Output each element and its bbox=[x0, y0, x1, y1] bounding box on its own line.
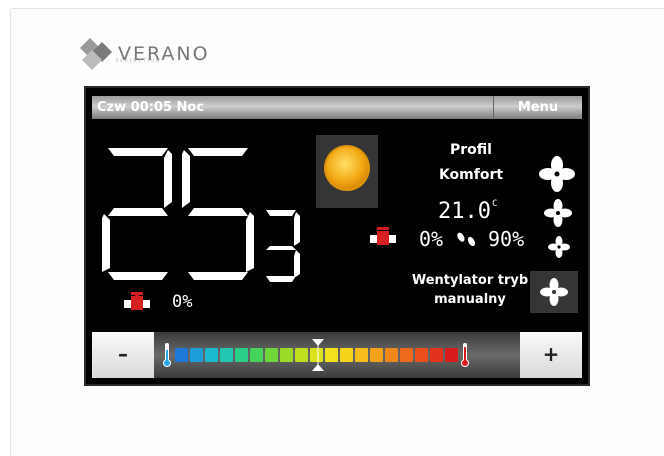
set-temperature: 21.0C bbox=[438, 199, 497, 224]
digit-3-segment-c bbox=[294, 250, 300, 278]
digit-3-segment-a bbox=[266, 210, 296, 216]
temperature-adjust-bar: – + bbox=[92, 332, 582, 378]
hot-thermometer-icon bbox=[461, 343, 469, 367]
fan-speed-medium-icon[interactable] bbox=[543, 198, 573, 228]
profile-name: Komfort bbox=[438, 167, 504, 183]
fan-mode-button[interactable] bbox=[530, 271, 578, 313]
day-time-mode: Czw 00:05 Noc bbox=[97, 100, 205, 115]
scale-segment bbox=[265, 348, 278, 362]
scale-segment bbox=[295, 348, 308, 362]
fan-speed-percent: 90% bbox=[488, 227, 525, 251]
digit-2-segment-f bbox=[182, 150, 190, 208]
thermostat-screen: Czw 00:05 Noc Menu 25 3 bbox=[84, 86, 590, 386]
digit-1-segment-d bbox=[108, 272, 168, 280]
scale-segment bbox=[370, 348, 383, 362]
brand-logo: VERANO bbox=[78, 36, 210, 72]
set-temperature-unit: C bbox=[491, 199, 498, 209]
profile-info: Profil Komfort bbox=[416, 138, 526, 188]
heating-valve-status: 0% bbox=[122, 292, 192, 312]
digit-2-segment-a bbox=[188, 148, 248, 156]
set-temperature-value: 21.0 bbox=[438, 199, 491, 224]
increase-button[interactable]: + bbox=[520, 332, 582, 378]
scale-segment bbox=[340, 348, 353, 362]
sun-icon bbox=[324, 145, 370, 191]
cold-thermometer-icon bbox=[163, 343, 171, 367]
digit-3-segment-b bbox=[294, 212, 300, 246]
scale-segment bbox=[385, 348, 398, 362]
room-temperature-display bbox=[102, 148, 300, 282]
scale-segment bbox=[280, 348, 293, 362]
scale-segment bbox=[220, 348, 233, 362]
scale-segment bbox=[430, 348, 443, 362]
profile-label: Profil bbox=[450, 142, 492, 158]
fan-valve-percent: 0% bbox=[419, 227, 444, 251]
digit-3-segment-d bbox=[266, 276, 296, 282]
scale-squares bbox=[175, 339, 460, 371]
fan-mode-line1: Wentylator tryb bbox=[411, 273, 529, 288]
digit-3-segment-g bbox=[266, 246, 296, 250]
digit-2-segment-c bbox=[246, 212, 254, 272]
valve-icon bbox=[124, 292, 150, 310]
digit-1-segment-b bbox=[164, 150, 172, 208]
digit-2-segment-g bbox=[188, 208, 248, 216]
fan-speed-low-icon[interactable] bbox=[547, 235, 571, 259]
brand-subtitle: PERFECTION bbox=[116, 58, 162, 63]
scale-segment bbox=[445, 348, 458, 362]
fan-small-icon bbox=[457, 232, 476, 247]
digit-1-segment-g bbox=[108, 208, 168, 216]
set-point-marker[interactable] bbox=[311, 339, 324, 371]
brand-diamond-icon bbox=[80, 38, 112, 70]
fan-speed-high-icon[interactable] bbox=[537, 154, 577, 194]
valve-icon bbox=[370, 227, 396, 245]
scale-segment bbox=[355, 348, 368, 362]
scale-segment bbox=[250, 348, 263, 362]
fan-icon bbox=[540, 278, 568, 306]
digit-1-segment-a bbox=[108, 148, 168, 156]
scale-segment bbox=[325, 348, 338, 362]
status-bar: Czw 00:05 Noc Menu bbox=[92, 96, 582, 119]
digit-2-segment-d bbox=[188, 272, 248, 280]
heating-valve-percent: 0% bbox=[172, 292, 193, 312]
weather-tile bbox=[316, 135, 378, 208]
scale-segment bbox=[235, 348, 248, 362]
scale-segment bbox=[415, 348, 428, 362]
temperature-scale[interactable] bbox=[162, 339, 470, 371]
menu-button[interactable]: Menu bbox=[493, 96, 582, 119]
scale-segment bbox=[190, 348, 203, 362]
scale-segment bbox=[205, 348, 218, 362]
decrease-button[interactable]: – bbox=[92, 332, 154, 378]
fan-mode-label: Wentylator tryb manualny bbox=[392, 271, 548, 309]
fan-mode-line2: manualny bbox=[434, 292, 506, 307]
digit-1-segment-e bbox=[102, 214, 110, 272]
scale-segment bbox=[400, 348, 413, 362]
scale-segment bbox=[175, 348, 188, 362]
